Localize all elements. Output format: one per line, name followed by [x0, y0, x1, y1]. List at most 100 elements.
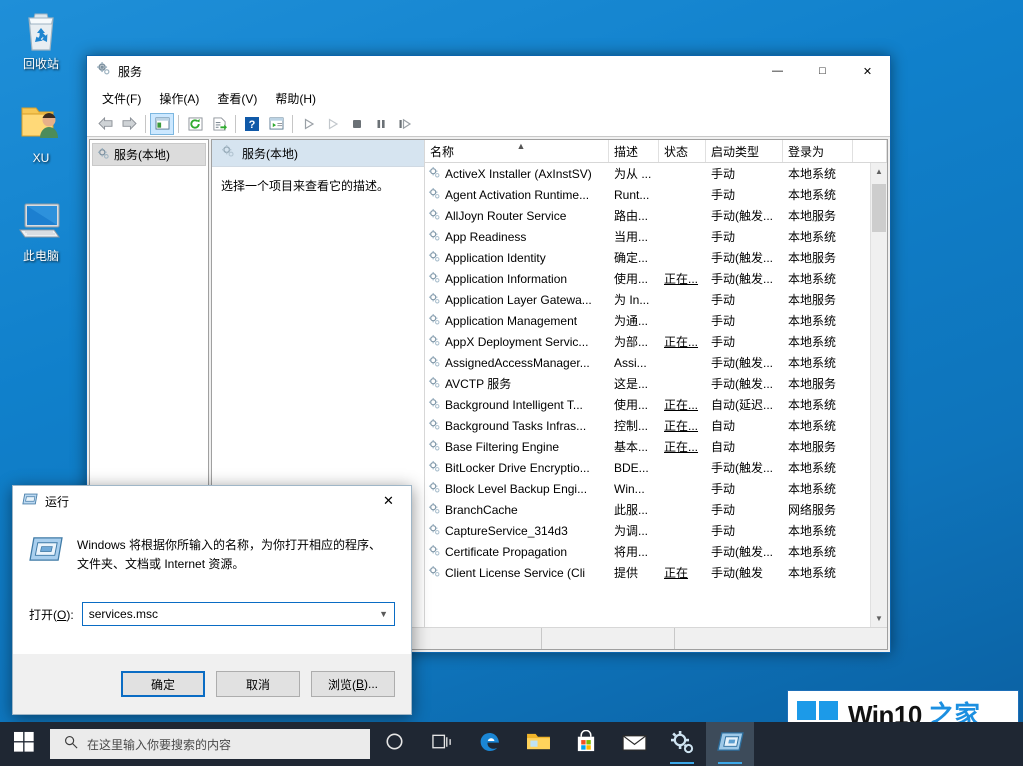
- tree-node-services-local[interactable]: 服务(本地): [92, 143, 206, 166]
- run-button[interactable]: [706, 722, 754, 766]
- menu-help[interactable]: 帮助(H): [266, 87, 325, 110]
- list-rows-container[interactable]: ActiveX Installer (AxInstSV)为从 ...手动本地系统…: [425, 163, 887, 627]
- file-explorer-button[interactable]: [514, 722, 562, 766]
- export-list-icon[interactable]: [207, 113, 231, 135]
- column-header-status[interactable]: 状态: [659, 140, 706, 162]
- service-logon-as: 本地系统: [783, 333, 853, 350]
- mail-button[interactable]: [610, 722, 658, 766]
- table-row[interactable]: App Readiness当用...手动本地系统: [425, 226, 887, 247]
- services-button[interactable]: [658, 722, 706, 766]
- browse-label-post: )...: [364, 677, 378, 691]
- desktop-icon-this-pc[interactable]: 此电脑: [4, 198, 78, 263]
- services-titlebar[interactable]: 服务 — □ ✕: [87, 56, 890, 86]
- column-header-description[interactable]: 描述: [609, 140, 659, 162]
- menu-view[interactable]: 查看(V): [208, 87, 266, 110]
- table-row[interactable]: Application Management为通...手动本地系统: [425, 310, 887, 331]
- service-name: Application Management: [425, 313, 609, 329]
- table-row[interactable]: Client License Service (Cli提供正在手动(触发本地系统: [425, 562, 887, 583]
- column-header-logon-as[interactable]: 登录为: [783, 140, 853, 162]
- task-view-button[interactable]: [418, 722, 466, 766]
- minimize-button[interactable]: —: [755, 56, 800, 86]
- table-row[interactable]: ActiveX Installer (AxInstSV)为从 ...手动本地系统: [425, 163, 887, 184]
- cortana-button[interactable]: [370, 722, 418, 766]
- windows-start-icon: [14, 731, 35, 757]
- start-service-icon[interactable]: [297, 113, 321, 135]
- run-command-combobox[interactable]: ▼: [82, 602, 395, 626]
- close-button[interactable]: ✕: [845, 56, 890, 86]
- scroll-down-arrow-icon[interactable]: ▼: [871, 610, 887, 627]
- restart-service-icon[interactable]: [393, 113, 417, 135]
- services-list-view[interactable]: 名称 ▲ 描述 状态 启动类型 登录为 ActiveX Installer (A…: [425, 140, 887, 627]
- table-row[interactable]: BitLocker Drive Encryptio...BDE...手动(触发.…: [425, 457, 887, 478]
- service-name: App Readiness: [425, 229, 609, 245]
- table-row[interactable]: Application Identity确定...手动(触发...本地服务: [425, 247, 887, 268]
- scrollbar-thumb[interactable]: [872, 184, 886, 232]
- show-hide-tree-icon[interactable]: [150, 113, 174, 135]
- table-row[interactable]: Background Tasks Infras...控制...正在...自动本地…: [425, 415, 887, 436]
- table-row[interactable]: Application Information使用...正在...手动(触发..…: [425, 268, 887, 289]
- start-button[interactable]: [0, 722, 48, 766]
- table-row[interactable]: Background Intelligent T...使用...正在...自动(…: [425, 394, 887, 415]
- services-gear-icon: [428, 313, 441, 329]
- service-startup-type: 手动: [706, 480, 783, 497]
- properties-icon[interactable]: [264, 113, 288, 135]
- forward-arrow-icon[interactable]: [117, 113, 141, 135]
- list-vertical-scrollbar[interactable]: ▲ ▼: [870, 163, 887, 627]
- service-name-label: AllJoyn Router Service: [445, 209, 566, 223]
- help-icon[interactable]: ?: [240, 113, 264, 135]
- table-row[interactable]: Application Layer Gatewa...为 In...手动本地服务: [425, 289, 887, 310]
- menu-file[interactable]: 文件(F): [93, 87, 150, 110]
- scroll-up-arrow-icon[interactable]: ▲: [871, 163, 887, 180]
- service-status: 正在...: [659, 438, 706, 455]
- table-row[interactable]: Block Level Backup Engi...Win...手动本地系统: [425, 478, 887, 499]
- run-dialog-close-button[interactable]: ✕: [366, 486, 411, 516]
- table-row[interactable]: Base Filtering Engine基本...正在...自动本地服务: [425, 436, 887, 457]
- tab-standard[interactable]: [542, 628, 675, 649]
- service-description: 使用...: [609, 396, 659, 413]
- service-name-label: AssignedAccessManager...: [445, 356, 590, 370]
- desktop-icon-recycle-bin[interactable]: 回收站: [4, 6, 78, 71]
- table-row[interactable]: Agent Activation Runtime...Runt...手动本地系统: [425, 184, 887, 205]
- resume-service-icon[interactable]: [321, 113, 345, 135]
- service-name-label: Certificate Propagation: [445, 545, 567, 559]
- table-row[interactable]: AppX Deployment Servic...为部...正在...手动本地系…: [425, 331, 887, 352]
- refresh-icon[interactable]: [183, 113, 207, 135]
- store-button[interactable]: [562, 722, 610, 766]
- column-header-label: 名称: [430, 143, 454, 160]
- column-header-name[interactable]: 名称 ▲: [425, 140, 609, 162]
- table-row[interactable]: AssignedAccessManager...Assi...手动(触发...本…: [425, 352, 887, 373]
- services-gear-icon: [428, 271, 441, 287]
- service-name-label: Background Intelligent T...: [445, 398, 583, 412]
- cancel-button[interactable]: 取消: [216, 671, 300, 697]
- service-logon-as: 本地系统: [783, 312, 853, 329]
- services-gear-icon: [428, 565, 441, 581]
- chevron-down-icon[interactable]: ▼: [373, 609, 388, 619]
- edge-button[interactable]: [466, 722, 514, 766]
- table-row[interactable]: AVCTP 服务这是...手动(触发...本地服务: [425, 373, 887, 394]
- maximize-button[interactable]: □: [800, 56, 845, 86]
- ok-button[interactable]: 确定: [121, 671, 205, 697]
- table-row[interactable]: CaptureService_314d3为调...手动本地系统: [425, 520, 887, 541]
- run-dialog-titlebar[interactable]: 运行 ✕: [13, 486, 411, 516]
- desktop-icon-user-folder[interactable]: XU: [4, 100, 78, 165]
- pause-service-icon[interactable]: [369, 113, 393, 135]
- table-row[interactable]: Certificate Propagation将用...手动(触发...本地系统: [425, 541, 887, 562]
- stop-service-icon[interactable]: [345, 113, 369, 135]
- browse-button[interactable]: 浏览(B)...: [311, 671, 395, 697]
- service-name: ActiveX Installer (AxInstSV): [425, 166, 609, 182]
- back-arrow-icon[interactable]: [93, 113, 117, 135]
- sort-ascending-icon: ▲: [517, 141, 526, 151]
- menu-action[interactable]: 操作(A): [150, 87, 208, 110]
- service-status: 正在...: [659, 417, 706, 434]
- run-command-input[interactable]: [89, 607, 373, 621]
- scrollbar-track[interactable]: [871, 180, 887, 610]
- services-gear-icon: [428, 481, 441, 497]
- table-row[interactable]: AllJoyn Router Service路由...手动(触发...本地服务: [425, 205, 887, 226]
- table-row[interactable]: BranchCache此服...手动网络服务: [425, 499, 887, 520]
- service-name-label: Client License Service (Cli: [445, 566, 585, 580]
- column-header-startup-type[interactable]: 启动类型: [706, 140, 783, 162]
- run-dialog[interactable]: 运行 ✕ Windows 将根据你所输入的名称，为你打开相应的程序、 文件夹、文…: [12, 485, 412, 715]
- open-label-accesskey: O: [57, 608, 66, 622]
- taskbar-search-box[interactable]: 在这里输入你要搜索的内容: [50, 729, 370, 759]
- service-logon-as: 本地系统: [783, 186, 853, 203]
